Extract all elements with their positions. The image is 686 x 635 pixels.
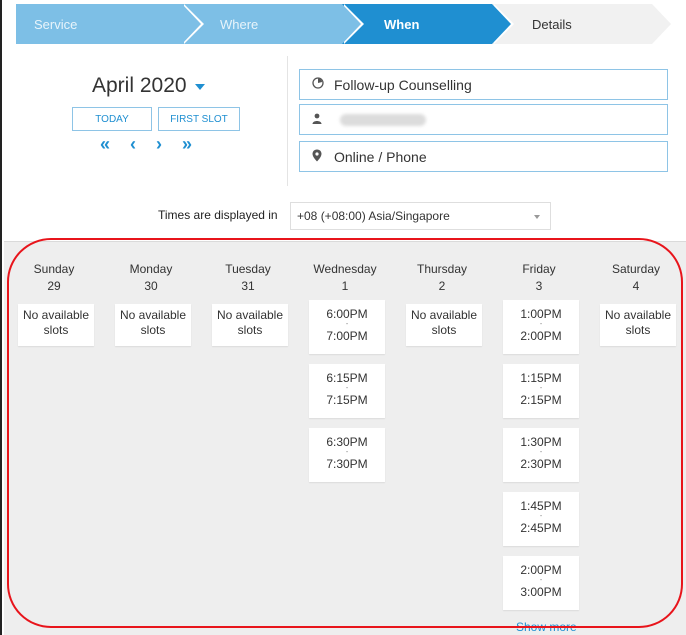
day-column-monday: Monday 30 No available slots <box>103 242 199 635</box>
today-button[interactable]: TODAY <box>72 107 152 131</box>
slot-start: 1:00PM <box>520 307 562 321</box>
day-column-thursday: Thursday 2 No available slots <box>394 242 490 635</box>
time-slot[interactable]: 1:15PM - 2:15PM <box>503 364 579 418</box>
slot-end: 2:45PM <box>520 521 562 535</box>
no-slots-card: No available slots <box>600 304 676 346</box>
slot-end: 2:30PM <box>520 457 562 471</box>
day-number: 3 <box>535 279 543 293</box>
step-where[interactable]: Where <box>182 4 364 44</box>
service-icon <box>312 77 334 92</box>
day-number: 31 <box>241 279 255 293</box>
person-icon <box>312 113 334 127</box>
timezone-value: +08 (+08:00) Asia/Singapore <box>297 209 450 223</box>
day-number: 30 <box>144 279 158 293</box>
chevron-left-icon[interactable]: ‹ <box>130 134 136 155</box>
service-value: Follow-up Counselling <box>334 76 472 93</box>
double-chevron-right-icon[interactable]: » <box>182 134 192 155</box>
time-slot[interactable]: 2:00PM - 3:00PM <box>503 556 579 610</box>
booking-frame: Service Where When Details April 2020 TO… <box>0 0 686 635</box>
day-name: Thursday <box>416 262 468 276</box>
month-selector[interactable]: April 2020 <box>92 74 205 98</box>
slot-start: 1:30PM <box>520 435 562 449</box>
slot-start: 2:00PM <box>520 563 562 577</box>
time-slot[interactable]: 1:45PM - 2:45PM <box>503 492 579 546</box>
step-when[interactable]: When <box>342 4 514 44</box>
calendar-week: Sunday 29 No available slots Monday 30 N… <box>4 241 686 635</box>
double-chevron-left-icon[interactable]: « <box>100 134 110 155</box>
slot-end: 3:00PM <box>520 585 562 599</box>
first-slot-button[interactable]: FIRST SLOT <box>158 107 240 131</box>
day-column-wednesday: Wednesday 1 6:00PM - 7:00PM 6:15PM - 7:1… <box>297 242 393 635</box>
time-slot[interactable]: 6:15PM - 7:15PM <box>309 364 385 418</box>
time-slot[interactable]: 6:30PM - 7:30PM <box>309 428 385 482</box>
caret-down-icon <box>194 84 205 90</box>
show-more-link[interactable]: Show more <box>516 620 577 634</box>
step-label: Where <box>220 16 259 32</box>
timezone-label: Times are displayed in <box>158 208 278 222</box>
week-navigation: « ‹ › » <box>100 134 192 155</box>
time-slot[interactable]: 1:00PM - 2:00PM <box>503 300 579 354</box>
no-slots-card: No available slots <box>18 304 94 346</box>
steps-bar: Service Where When Details <box>16 4 674 44</box>
day-number: 29 <box>47 279 61 293</box>
slot-end: 7:00PM <box>326 329 368 343</box>
day-name: Wednesday <box>313 262 377 276</box>
timezone-select[interactable]: +08 (+08:00) Asia/Singapore <box>290 202 551 230</box>
step-label: When <box>384 16 420 32</box>
day-name: Saturday <box>611 262 661 276</box>
slot-start: 1:15PM <box>520 371 562 385</box>
time-slot[interactable]: 6:00PM - 7:00PM <box>309 300 385 354</box>
slot-start: 1:45PM <box>520 499 562 513</box>
no-slots-card: No available slots <box>406 304 482 346</box>
chevron-right-icon[interactable]: › <box>156 134 162 155</box>
step-label: Details <box>532 16 572 32</box>
service-field[interactable]: Follow-up Counselling <box>299 69 668 100</box>
step-service[interactable]: Service <box>16 4 204 44</box>
location-field[interactable]: Online / Phone <box>299 141 668 172</box>
redacted-name <box>340 113 426 126</box>
map-pin-icon <box>312 149 334 165</box>
day-name: Friday <box>522 262 556 276</box>
person-field[interactable] <box>299 104 668 135</box>
step-details[interactable]: Details <box>492 4 674 44</box>
day-column-tuesday: Tuesday 31 No available slots <box>200 242 296 635</box>
slot-start: 6:15PM <box>326 371 368 385</box>
no-slots-card: No available slots <box>115 304 191 346</box>
location-value: Online / Phone <box>334 148 427 165</box>
time-slot[interactable]: 1:30PM - 2:30PM <box>503 428 579 482</box>
day-name: Monday <box>129 262 173 276</box>
slot-end: 7:15PM <box>326 393 368 407</box>
step-label: Service <box>34 16 78 32</box>
slot-end: 2:15PM <box>520 393 562 407</box>
slot-start: 6:00PM <box>326 307 368 321</box>
day-number: 4 <box>632 279 640 293</box>
slot-start: 6:30PM <box>326 435 368 449</box>
slot-end: 7:30PM <box>326 457 368 471</box>
day-column-saturday: Saturday 4 No available slots <box>588 242 684 635</box>
month-label: April 2020 <box>92 74 187 97</box>
day-number: 2 <box>438 279 446 293</box>
day-column-sunday: Sunday 29 No available slots <box>6 242 102 635</box>
day-column-friday: Friday 3 1:00PM - 2:00PM 1:15PM - 2:15PM… <box>491 242 587 635</box>
day-number: 1 <box>341 279 349 293</box>
no-slots-card: No available slots <box>212 304 288 346</box>
day-name: Tuesday <box>225 262 271 276</box>
day-name: Sunday <box>33 262 75 276</box>
slot-end: 2:00PM <box>520 329 562 343</box>
caret-down-icon <box>534 215 540 219</box>
divider <box>287 56 288 186</box>
